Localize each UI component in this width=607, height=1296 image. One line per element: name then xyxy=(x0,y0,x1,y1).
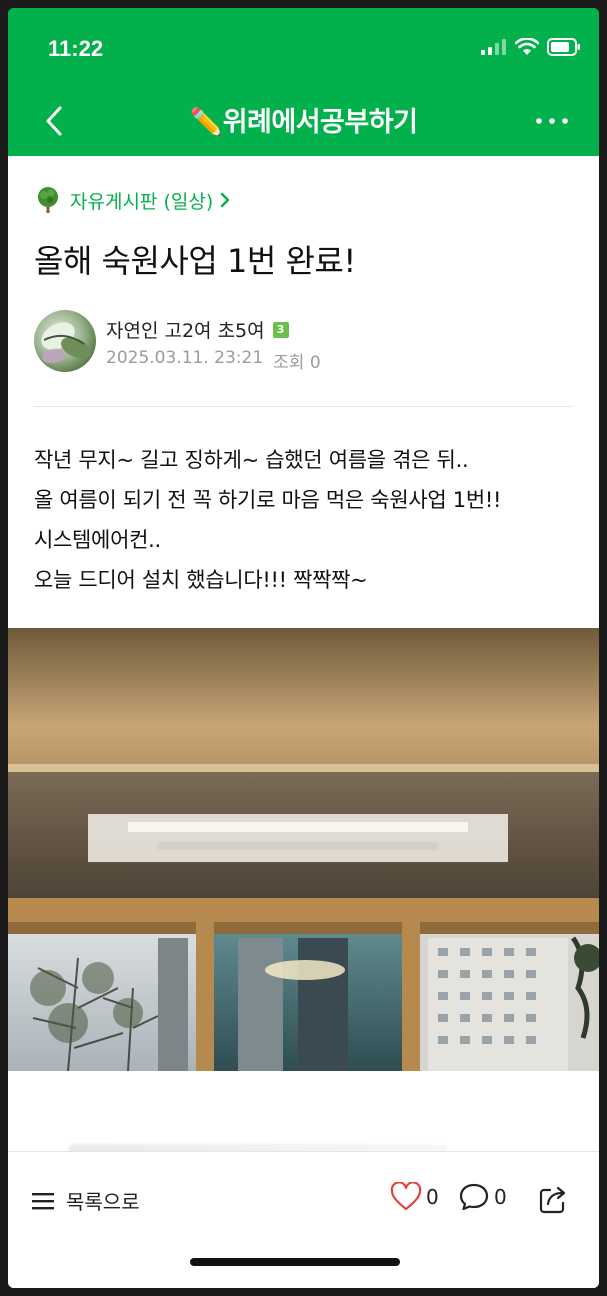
board-name: 자유게시판 (일상) xyxy=(70,190,214,213)
heart-icon xyxy=(390,1182,422,1211)
chevron-right-icon xyxy=(221,192,230,208)
list-button[interactable]: 목록으로 xyxy=(32,1186,140,1215)
body-line: 오늘 드디어 설치 했습니다!!! 짝짝짝~ xyxy=(34,568,368,592)
wifi-icon xyxy=(515,38,539,55)
cafe-title[interactable]: ✏️위례에서공부하기 xyxy=(8,100,599,139)
post-body: 작년 무지~ 길고 징하게~ 습했던 여름을 겪은 뒤.. 올 여름이 되기 전… xyxy=(34,440,579,600)
app-header: 11:22 ✏️위례에서공부하기 xyxy=(8,8,599,156)
body-line: 올 여름이 되기 전 꼭 하기로 마음 먹은 숙원사업 1번!! xyxy=(34,488,502,512)
comment-count: 0 xyxy=(494,1185,507,1209)
author-name[interactable]: 자연인 고2여 초5여 3 xyxy=(106,316,289,343)
more-button[interactable] xyxy=(535,111,569,131)
like-button[interactable]: 0 xyxy=(390,1182,439,1212)
share-icon xyxy=(539,1186,566,1214)
comment-icon xyxy=(459,1183,489,1211)
author-nickname: 자연인 고2여 초5여 xyxy=(106,320,265,342)
status-time: 11:22 xyxy=(48,36,104,61)
more-horizontal-icon xyxy=(536,118,568,124)
share-button[interactable] xyxy=(536,1182,570,1216)
body-line: 시스템에어컨.. xyxy=(34,528,161,552)
board-link[interactable]: 자유게시판 (일상) xyxy=(34,186,231,214)
like-count: 0 xyxy=(426,1185,439,1209)
level-badge: 3 xyxy=(272,321,289,338)
view-count: 조회 0 xyxy=(273,353,321,373)
comment-button[interactable]: 0 xyxy=(458,1182,507,1212)
home-indicator xyxy=(190,1258,400,1266)
body-line: 작년 무지~ 길고 징하게~ 습했던 여름을 겪은 뒤.. xyxy=(34,448,469,472)
status-icons xyxy=(481,38,581,56)
post-photo[interactable] xyxy=(8,628,599,1071)
avatar[interactable] xyxy=(34,310,96,372)
battery-icon xyxy=(547,38,580,56)
menu-icon xyxy=(32,1192,54,1209)
bottom-toolbar: 목록으로 0 0 xyxy=(8,1151,599,1288)
divider xyxy=(34,406,573,407)
signal-icon xyxy=(481,39,506,55)
tree-icon xyxy=(38,187,58,213)
photo-image xyxy=(8,628,599,1071)
post-date: 2025.03.11. 23:21 xyxy=(106,348,264,368)
list-label: 목록으로 xyxy=(66,1190,140,1214)
avatar-image xyxy=(41,322,91,364)
post-title: 올해 숙원사업 1번 완료! xyxy=(34,242,356,280)
phone-screen: 11:22 ✏️위례에서공부하기 자유게시판 (일상) 올해 숙원사업 1번 완… xyxy=(8,8,599,1288)
post-meta: 2025.03.11. 23:21 조회 0 xyxy=(106,348,321,373)
